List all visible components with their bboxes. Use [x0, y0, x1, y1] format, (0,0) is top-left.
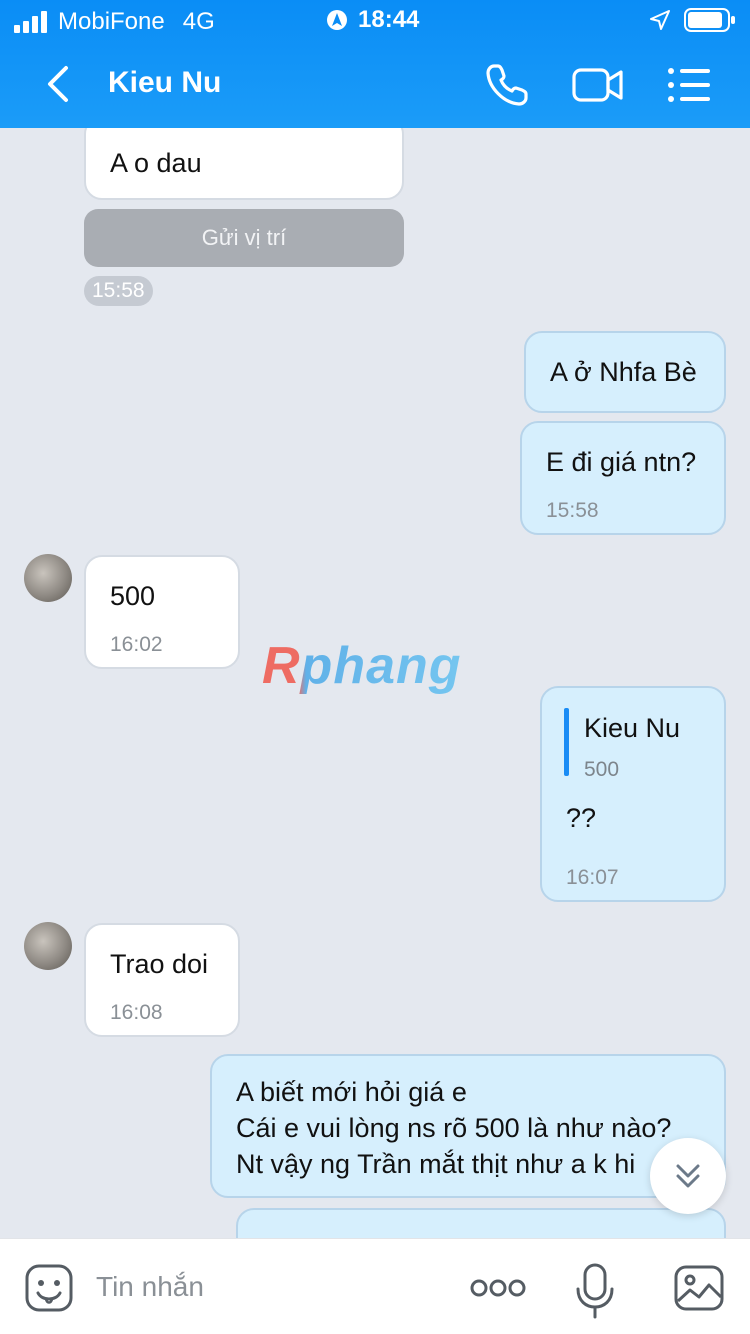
sticker-button[interactable] — [24, 1263, 74, 1313]
avatar[interactable] — [24, 922, 72, 970]
network-type: 4G — [182, 8, 215, 35]
microphone-icon — [576, 1263, 614, 1319]
image-icon — [674, 1265, 724, 1311]
quoted-sender-name: Kieu Nu — [584, 713, 681, 743]
contact-name[interactable]: Kieu Nu — [108, 66, 221, 100]
top-bar: MobiFone 4G 18:44 Kieu Nu — [0, 0, 750, 128]
message-time: 16:07 — [566, 866, 619, 889]
message-bubble-incoming[interactable]: A o dau — [84, 128, 404, 200]
battery-icon — [684, 8, 735, 32]
navigation-app-icon — [327, 10, 347, 30]
quoted-message-text: 500 — [584, 758, 620, 781]
carrier-name: MobiFone — [58, 8, 165, 35]
video-call-button[interactable] — [572, 60, 624, 110]
location-arrow-icon — [650, 10, 670, 30]
scroll-to-bottom-button[interactable] — [650, 1138, 726, 1214]
send-location-button[interactable]: Gửi vị trí — [84, 209, 404, 267]
message-bubble-incoming[interactable]: 500 16:02 — [84, 555, 240, 669]
message-composer: Tin nhắn — [0, 1238, 750, 1334]
status-right — [650, 8, 736, 32]
list-menu-icon — [668, 68, 710, 102]
status-left: MobiFone 4G — [14, 8, 215, 36]
message-bubble-outgoing[interactable]: E đi giá ntn? 15:58 — [520, 421, 726, 535]
chat-header: Kieu Nu — [0, 40, 750, 128]
menu-button[interactable] — [666, 60, 716, 110]
reply-quote-bar — [564, 708, 569, 776]
status-time: 18:44 — [358, 6, 420, 33]
message-text: A biết mới hỏi giá e Cái e vui lòng ns r… — [236, 1074, 671, 1182]
message-list[interactable]: A o dau Gửi vị trí 15:58 A ở Nhfa Bè E đ… — [0, 128, 750, 1238]
message-text: A ở Nhfa Bè — [550, 357, 697, 387]
status-bar: MobiFone 4G 18:44 — [0, 0, 750, 40]
message-text: Trao doi — [110, 949, 209, 979]
signal-icon — [14, 11, 47, 33]
double-chevron-down-icon — [676, 1164, 700, 1188]
emoji-icon — [25, 1264, 73, 1312]
message-bubble-outgoing[interactable]: Kieu Nu 500 ?? 16:07 — [540, 686, 726, 902]
more-dots-icon — [470, 1279, 526, 1297]
voice-call-button[interactable] — [482, 60, 532, 110]
message-time: 16:02 — [110, 633, 163, 656]
status-center: 18:44 — [326, 6, 419, 34]
message-text: A o dau — [110, 148, 202, 178]
message-bubble-outgoing[interactable]: A ở Nhfa Bè — [524, 331, 726, 413]
message-time: 15:58 — [546, 499, 599, 522]
chevron-left-icon — [48, 66, 68, 102]
voice-record-button[interactable] — [570, 1263, 620, 1319]
more-options-button[interactable] — [470, 1263, 526, 1313]
watermark-logo: Rphang — [262, 637, 462, 695]
message-text: 500 — [110, 581, 156, 611]
message-text: E đi giá ntn? — [546, 447, 697, 477]
message-time: 15:58 — [84, 276, 153, 306]
video-camera-icon — [572, 68, 623, 102]
avatar[interactable] — [24, 554, 72, 602]
message-text: ?? — [566, 803, 597, 833]
phone-icon — [486, 64, 528, 106]
message-bubble-outgoing[interactable]: A biết mới hỏi giá e Cái e vui lòng ns r… — [210, 1054, 726, 1198]
message-input[interactable]: Tin nhắn — [96, 1271, 204, 1303]
message-line: Nt vậy ng Trần mắt thịt như a k hi — [236, 1149, 636, 1179]
message-time: 16:08 — [110, 1001, 163, 1024]
photo-button[interactable] — [674, 1263, 724, 1313]
message-bubble-incoming[interactable]: Trao doi 16:08 — [84, 923, 240, 1037]
back-button[interactable] — [36, 62, 80, 106]
message-line: A biết mới hỏi giá e — [236, 1077, 467, 1107]
message-line: Cái e vui lòng ns rõ 500 là như nào? — [236, 1113, 672, 1143]
